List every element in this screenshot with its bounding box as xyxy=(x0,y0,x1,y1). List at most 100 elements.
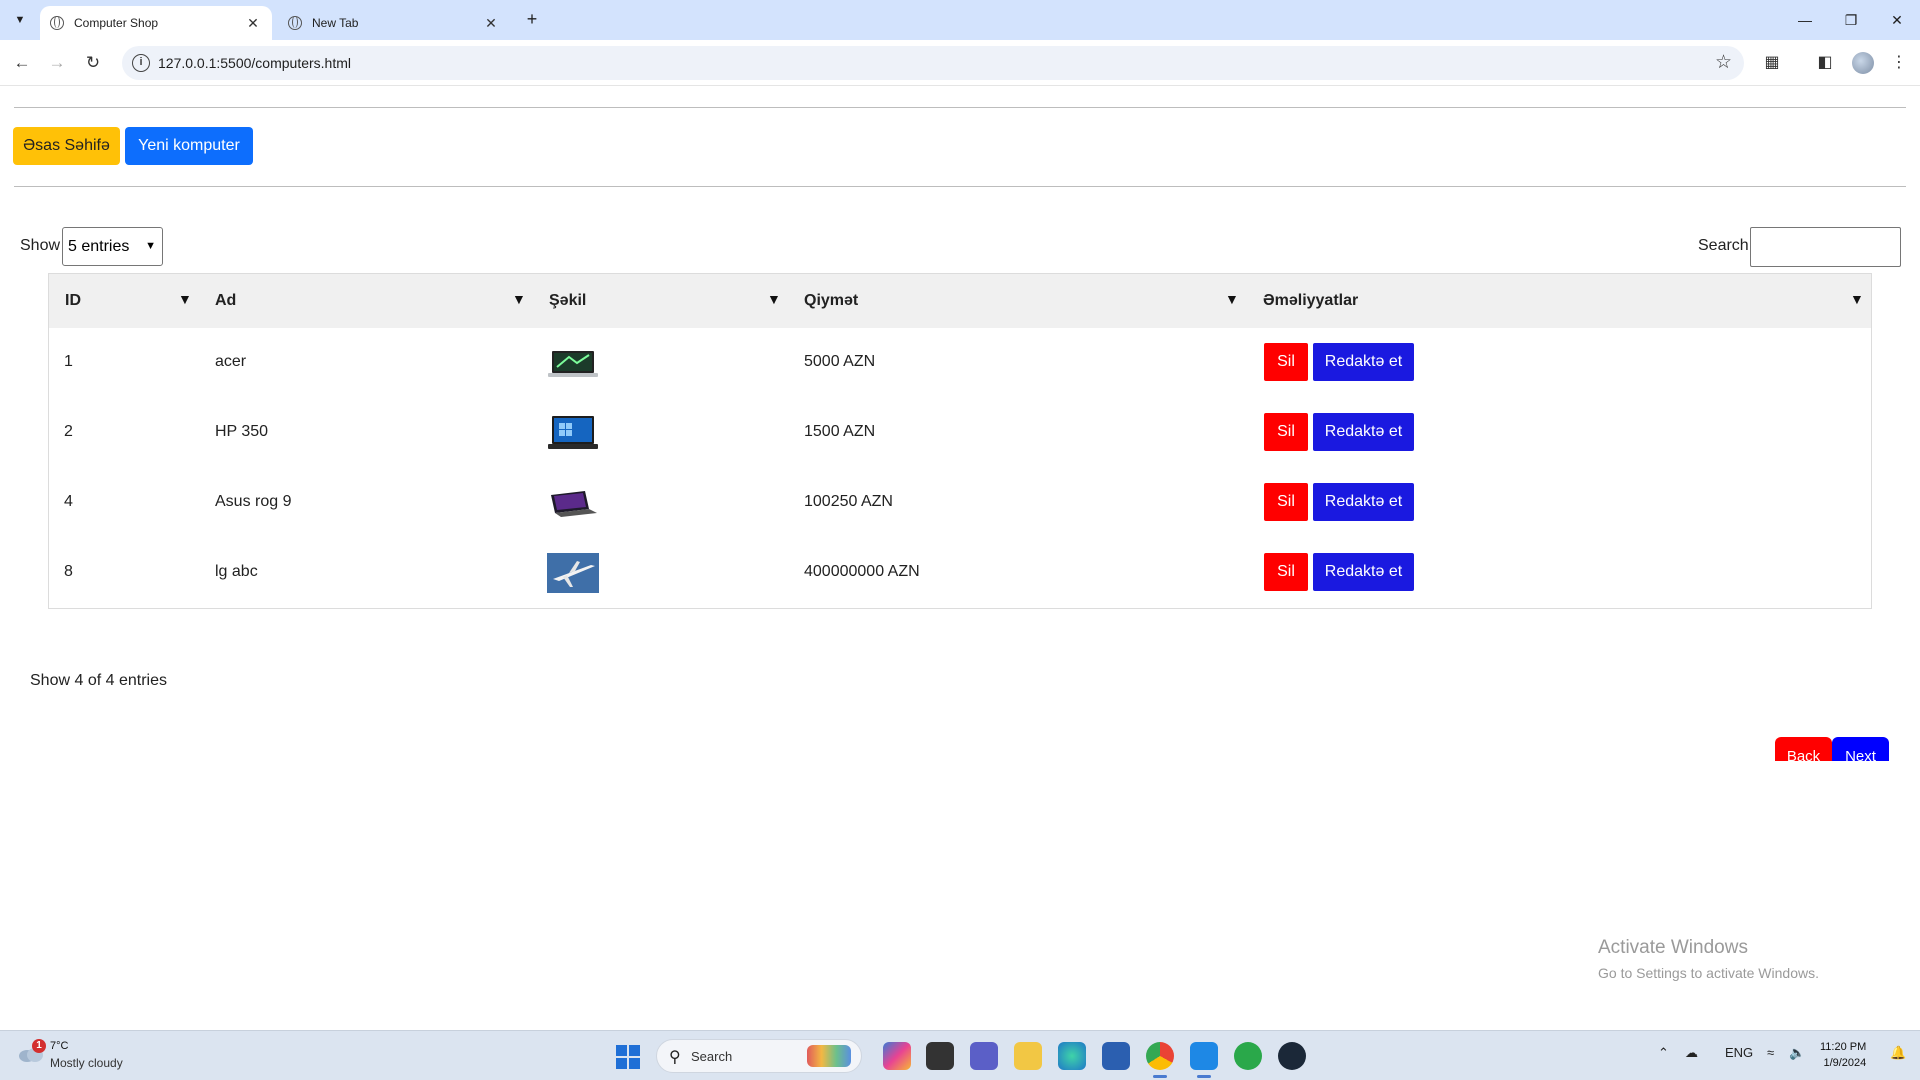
column-header-id[interactable]: ID xyxy=(65,292,81,310)
edit-button[interactable]: Redaktə et xyxy=(1313,413,1414,451)
table-row: 4 Asus rog 9 100250 AZN Sil Redaktə et xyxy=(49,468,1871,538)
delete-button[interactable]: Sil xyxy=(1264,343,1308,381)
column-header-price[interactable]: Qiymət xyxy=(804,292,858,310)
sort-down-icon[interactable]: ▼ xyxy=(1225,291,1239,307)
delete-button[interactable]: Sil xyxy=(1264,553,1308,591)
weather-description[interactable]: Mostly cloudy xyxy=(50,1056,123,1070)
sort-down-icon[interactable]: ▼ xyxy=(1850,291,1864,307)
restore-icon[interactable]: ❐ xyxy=(1828,6,1874,34)
steam-icon[interactable] xyxy=(1278,1042,1306,1070)
new-computer-button[interactable]: Yeni komputer xyxy=(125,127,253,165)
airplane-image xyxy=(547,553,599,593)
weather-badge: 1 xyxy=(32,1039,46,1053)
site-info-icon[interactable]: i xyxy=(132,54,150,72)
windows-taskbar: 1 7°C Mostly cloudy ⚲ Search ⌃ ☁ ENG ≈ 🔈… xyxy=(0,1030,1920,1080)
new-tab-plus-icon[interactable]: + xyxy=(520,8,544,32)
page-content: Əsas Səhifə Yeni komputer Show 5 entries… xyxy=(0,87,1920,1030)
browser-toolbar: ← → ↻ i 127.0.0.1:5500/computers.html ☆ … xyxy=(0,40,1920,86)
edit-button[interactable]: Redaktə et xyxy=(1313,343,1414,381)
cell-price: 1500 AZN xyxy=(804,423,876,440)
side-panel-icon[interactable]: ◧ xyxy=(1812,50,1838,76)
chrome-icon[interactable] xyxy=(1146,1042,1174,1070)
tab-close-icon[interactable]: ✕ xyxy=(482,14,500,32)
table-row: 8 lg abc 400000000 AZN Sil Redaktə et xyxy=(49,538,1871,608)
tab-search-chevron-icon[interactable]: ▼ xyxy=(8,8,32,32)
home-button[interactable]: Əsas Səhifə xyxy=(13,127,120,165)
search-highlight-icon xyxy=(807,1045,851,1067)
volume-icon[interactable]: 🔈 xyxy=(1789,1045,1805,1061)
address-bar[interactable]: i 127.0.0.1:5500/computers.html ☆ xyxy=(122,46,1744,80)
search-label: Search xyxy=(1698,237,1749,254)
pagination: Back Next xyxy=(1775,737,1895,761)
minimize-icon[interactable]: — xyxy=(1782,6,1828,34)
microsoft-store-icon[interactable] xyxy=(1102,1042,1130,1070)
bookmark-star-icon[interactable]: ☆ xyxy=(1715,51,1732,74)
sort-down-icon[interactable]: ▼ xyxy=(178,291,192,307)
edit-button[interactable]: Redaktə et xyxy=(1313,483,1414,521)
copilot-icon[interactable] xyxy=(883,1042,911,1070)
cell-id: 4 xyxy=(64,493,73,510)
chevron-down-icon: ▼ xyxy=(145,240,156,252)
show-label: Show xyxy=(20,237,61,254)
profile-avatar[interactable] xyxy=(1852,52,1874,74)
extensions-puzzle-icon[interactable]: ▦ xyxy=(1759,50,1785,76)
next-button[interactable]: Next xyxy=(1832,737,1889,761)
column-header-image[interactable]: Şəkil xyxy=(549,292,586,310)
entries-select-value: 5 entries xyxy=(68,238,130,255)
tab-close-icon[interactable]: ✕ xyxy=(244,14,262,32)
tab-computer-shop[interactable]: Computer Shop ✕ xyxy=(40,6,272,40)
system-clock[interactable]: 11:20 PM 1/9/2024 xyxy=(1820,1039,1866,1071)
edit-button[interactable]: Redaktə et xyxy=(1313,553,1414,591)
reload-icon[interactable]: ↻ xyxy=(78,48,108,78)
delete-button[interactable]: Sil xyxy=(1264,413,1308,451)
cell-name: lg abc xyxy=(215,563,258,580)
active-app-indicator xyxy=(1197,1075,1211,1078)
cell-price: 400000000 AZN xyxy=(804,563,920,580)
computers-table: ID ▼ Ad ▼ Şəkil ▼ Qiymət ▼ Əməliyyatlar … xyxy=(48,273,1872,609)
language-indicator[interactable]: ENG xyxy=(1725,1045,1753,1060)
cell-id: 2 xyxy=(64,423,73,440)
delete-button[interactable]: Sil xyxy=(1264,483,1308,521)
vscode-icon[interactable] xyxy=(1190,1042,1218,1070)
edge-icon[interactable] xyxy=(1058,1042,1086,1070)
column-header-actions[interactable]: Əməliyyatlar xyxy=(1263,292,1358,310)
cell-name: Asus rog 9 xyxy=(215,493,292,510)
weather-temperature[interactable]: 7°C xyxy=(50,1040,68,1052)
column-header-name[interactable]: Ad xyxy=(215,292,236,310)
cell-name: HP 350 xyxy=(215,423,269,440)
taskbar-search-label: Search xyxy=(691,1049,733,1064)
sort-down-icon[interactable]: ▼ xyxy=(512,291,526,307)
sort-down-icon[interactable]: ▼ xyxy=(767,291,781,307)
active-app-indicator xyxy=(1153,1075,1167,1078)
forward-arrow-icon[interactable]: → xyxy=(42,48,72,78)
laptop-hp-image xyxy=(548,416,598,449)
onedrive-cloud-icon[interactable]: ☁ xyxy=(1685,1045,1698,1061)
tab-new-tab[interactable]: New Tab ✕ xyxy=(278,6,510,40)
wifi-icon[interactable]: ≈ xyxy=(1767,1045,1774,1060)
clock-date: 1/9/2024 xyxy=(1823,1057,1867,1069)
cell-price: 5000 AZN xyxy=(804,353,876,370)
laptop-acer-image xyxy=(548,351,598,377)
task-view-icon[interactable] xyxy=(926,1042,954,1070)
menu-kebab-icon[interactable]: ⋮ xyxy=(1886,50,1912,76)
show-hidden-icons-chevron-icon[interactable]: ⌃ xyxy=(1658,1045,1669,1061)
back-button[interactable]: Back xyxy=(1775,737,1832,761)
notification-bell-icon[interactable]: 🔔 xyxy=(1890,1045,1906,1061)
taskbar-search[interactable]: ⚲ Search xyxy=(656,1039,862,1073)
windows-start-icon[interactable] xyxy=(616,1045,640,1069)
clock-time: 11:20 PM xyxy=(1820,1041,1867,1053)
table-header: ID ▼ Ad ▼ Şəkil ▼ Qiymət ▼ Əməliyyatlar … xyxy=(49,274,1871,328)
teams-chat-icon[interactable] xyxy=(970,1042,998,1070)
table-row: 2 HP 350 1500 AZN Sil Redaktə et xyxy=(49,398,1871,468)
back-arrow-icon[interactable]: ← xyxy=(7,48,37,78)
close-window-icon[interactable]: ✕ xyxy=(1874,6,1920,34)
cell-id: 8 xyxy=(64,563,73,580)
file-explorer-icon[interactable] xyxy=(1014,1042,1042,1070)
globe-icon xyxy=(50,16,64,30)
divider xyxy=(14,107,1906,108)
search-input[interactable] xyxy=(1750,227,1901,267)
entries-select[interactable]: 5 entries ▼ xyxy=(62,227,163,266)
search-icon: ⚲ xyxy=(669,1049,681,1066)
whatsapp-icon[interactable] xyxy=(1234,1042,1262,1070)
table-row: 1 acer 5000 AZN Sil Redaktə et xyxy=(49,328,1871,398)
